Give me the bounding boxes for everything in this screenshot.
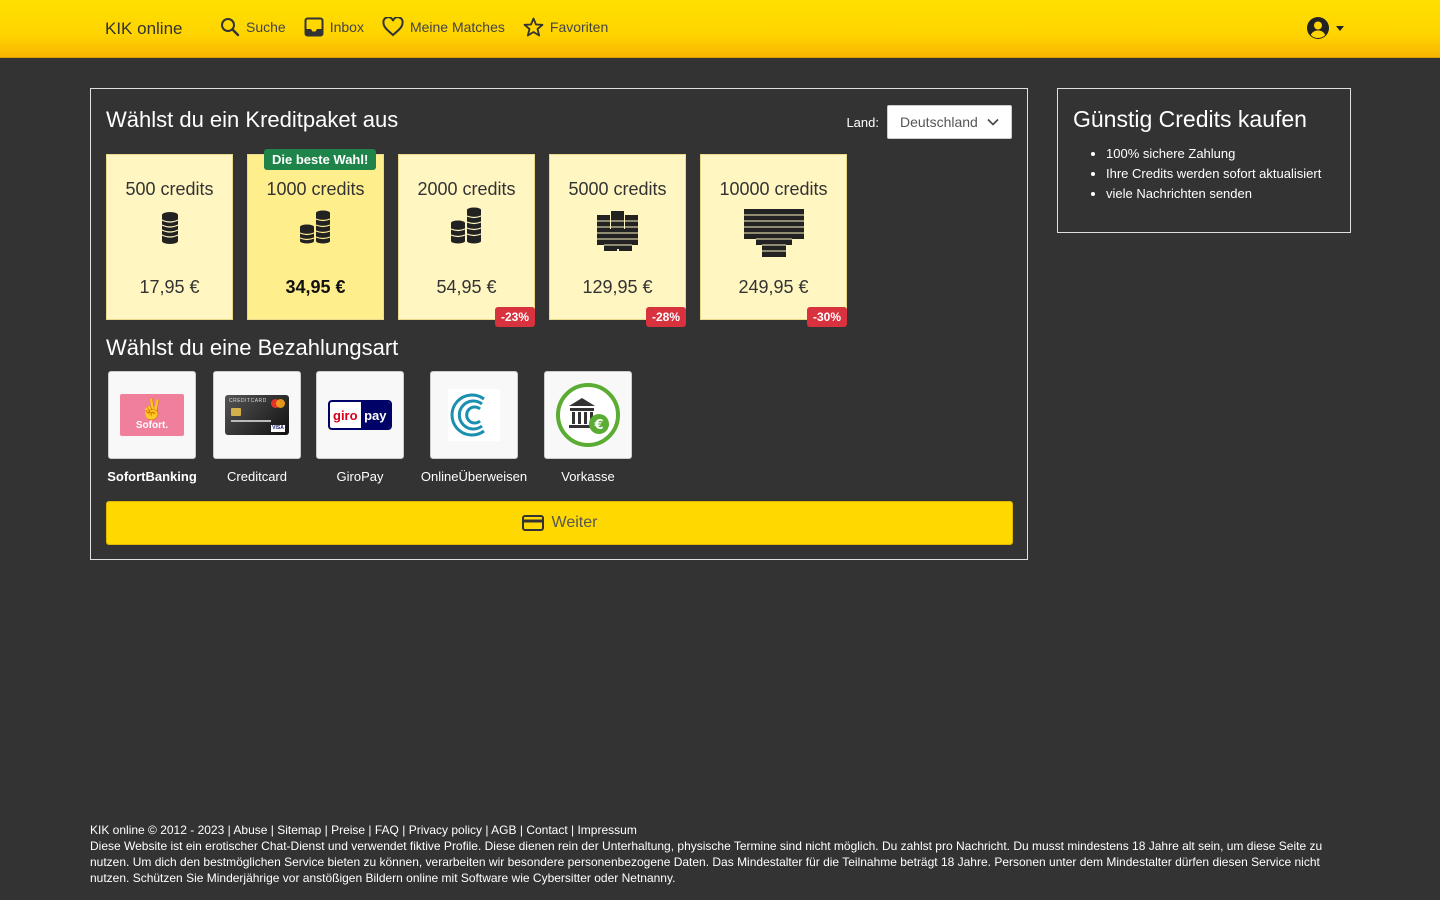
coin-stack-icon <box>701 205 846 266</box>
info-sidebar: Günstig Credits kaufen 100% sichere Zahl… <box>1057 88 1351 233</box>
main-nav: Suche Inbox Meine Matches Favoriten <box>220 17 626 37</box>
chevron-down-icon <box>987 118 999 126</box>
benefit-item: Ihre Credits werden sofort aktualisiert <box>1106 164 1321 184</box>
coin-stack-icon <box>550 205 685 260</box>
package-500[interactable]: 500 credits 17,95 € <box>106 154 233 320</box>
search-icon <box>221 18 240 37</box>
payment-label: GiroPay <box>336 469 384 484</box>
package-price: 129,95 € <box>582 277 653 297</box>
discount-badge: -30% <box>807 307 848 327</box>
coin-stack-icon <box>248 205 383 250</box>
package-name: 1000 credits <box>266 179 365 199</box>
continue-button-label: Weiter <box>551 514 598 531</box>
giropay-logo-text: pay <box>360 402 390 428</box>
footer-link-impressum[interactable]: Impressum <box>577 823 636 837</box>
country-select[interactable]: Deutschland <box>887 105 1012 139</box>
nav-inbox-label: Inbox <box>329 19 364 35</box>
footer-link-abuse[interactable]: Abuse <box>233 823 267 837</box>
sofort-logo: ✌ Sofort. <box>108 371 196 459</box>
country-selector: Land: Deutschland <box>846 105 1012 139</box>
bank-transfer-icon <box>448 389 500 441</box>
creditcard-logo: CREDITCARD VISA <box>213 371 301 459</box>
user-circle-icon <box>1307 17 1329 39</box>
discount-badge: -28% <box>646 307 687 327</box>
continue-button[interactable]: Weiter <box>106 501 1013 545</box>
footer-links: KIK online © 2012 - 2023 | Abuse | Sitem… <box>90 823 637 837</box>
inbox-icon <box>304 17 324 37</box>
package-10000[interactable]: 10000 credits 249,95 € -30% <box>700 154 848 327</box>
benefit-item: 100% sichere Zahlung <box>1106 144 1321 164</box>
package-section-title: Wählst du ein Kreditpaket aus <box>106 107 399 132</box>
footer-link-privacy[interactable]: Privacy policy <box>409 823 482 837</box>
country-label: Land: <box>846 114 879 130</box>
footer-link-preise[interactable]: Preise <box>331 823 365 837</box>
payment-label: Vorkasse <box>561 469 615 484</box>
package-name: 500 credits <box>125 179 214 199</box>
footer-link-sitemap[interactable]: Sitemap <box>277 823 321 837</box>
onlineueberweisen-logo <box>430 371 518 459</box>
coin-stack-icon <box>399 205 534 250</box>
footer-disclaimer: Diese Website ist ein erotischer Chat-Di… <box>90 839 1323 885</box>
vorkasse-logo-text: € <box>593 418 603 433</box>
benefit-list: 100% sichere Zahlung Ihre Credits werden… <box>1106 144 1321 204</box>
vorkasse-logo: € <box>544 371 632 459</box>
package-5000[interactable]: 5000 credits 129,95 € -28% <box>549 154 687 327</box>
nav-inbox[interactable]: Inbox <box>304 17 364 37</box>
nav-matches[interactable]: Meine Matches <box>382 17 505 37</box>
footer-link-agb[interactable]: AGB <box>491 823 516 837</box>
package-name: 5000 credits <box>568 179 667 199</box>
package-price: 34,95 € <box>285 277 346 297</box>
chevron-down-icon <box>1336 25 1344 31</box>
package-price: 54,95 € <box>436 277 497 297</box>
package-1000[interactable]: Die beste Wahl! 1000 credits 34,95 € <box>247 149 384 320</box>
package-price: 17,95 € <box>139 277 200 297</box>
benefit-item: viele Nachrichten senden <box>1106 184 1321 204</box>
package-name: 2000 credits <box>417 179 516 199</box>
credit-card-icon <box>521 515 544 531</box>
top-navbar: KIK online Suche Inbox Meine Matches Fav… <box>0 0 1440 58</box>
heart-icon <box>382 17 404 37</box>
package-2000[interactable]: 2000 credits 54,95 € -23% <box>398 154 536 327</box>
creditcard-logo-text: CREDITCARD <box>229 398 267 404</box>
package-price: 249,95 € <box>738 277 809 297</box>
nav-favorites-label: Favoriten <box>549 19 609 35</box>
payment-section-title: Wählst du eine Bezahlungsart <box>106 335 399 360</box>
best-choice-badge: Die beste Wahl! <box>264 149 377 170</box>
payment-label: Creditcard <box>227 469 287 484</box>
star-icon <box>523 17 544 37</box>
credit-package-panel: Wählst du ein Kreditpaket aus Land: Deut… <box>90 88 1028 560</box>
nav-favorites[interactable]: Favoriten <box>523 17 608 37</box>
package-name: 10000 credits <box>719 179 828 199</box>
nav-search[interactable]: Suche <box>220 17 286 37</box>
bank-euro-icon: € <box>556 383 620 447</box>
page-footer: KIK online © 2012 - 2023 | Abuse | Sitem… <box>90 822 1340 886</box>
nav-matches-label: Meine Matches <box>409 19 505 35</box>
giropay-logo-text: giro <box>330 407 361 423</box>
payment-label: SofortBanking <box>107 469 197 484</box>
coin-stack-icon <box>107 205 232 250</box>
footer-copyright: KIK online © 2012 - 2023 <box>90 823 225 837</box>
user-menu-toggle[interactable] <box>1306 16 1344 40</box>
sidebar-title: Günstig Credits kaufen <box>1073 106 1307 132</box>
sofort-logo-text: Sofort. <box>135 419 169 431</box>
discount-badge: -23% <box>495 307 536 327</box>
giropay-logo: giro pay <box>316 371 404 459</box>
country-select-value: Deutschland <box>900 114 978 130</box>
footer-link-faq[interactable]: FAQ <box>375 823 399 837</box>
brand-logo[interactable]: KIK online <box>105 19 183 39</box>
payment-label: OnlineÜberweisen <box>420 469 528 484</box>
nav-search-label: Suche <box>246 19 286 35</box>
footer-link-contact[interactable]: Contact <box>526 823 567 837</box>
